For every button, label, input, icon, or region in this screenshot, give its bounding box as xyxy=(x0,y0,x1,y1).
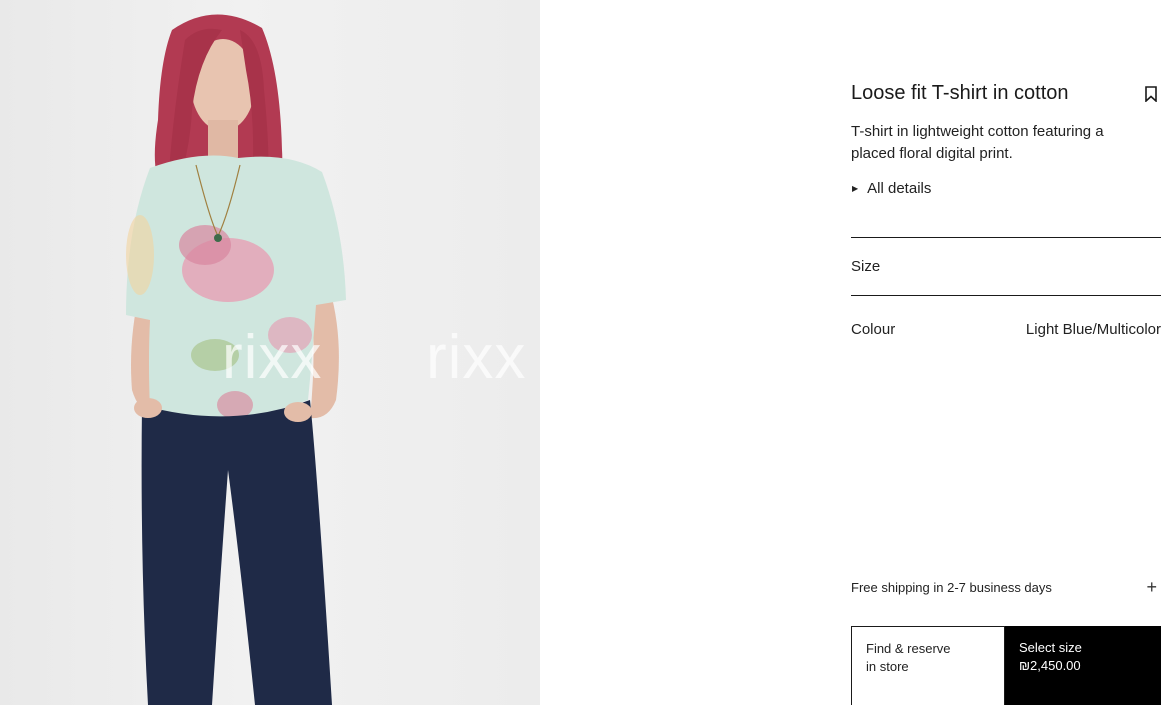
size-selector[interactable]: Size xyxy=(851,238,1161,294)
size-label: Size xyxy=(851,258,881,275)
product-image[interactable]: rixx rixx xyxy=(0,0,540,705)
watermark-text: rixx xyxy=(426,323,527,392)
divider xyxy=(851,295,1161,296)
product-description: T-shirt in lightweight cotton featuring … xyxy=(851,123,1104,162)
purchase-actions: Find & reserve in store Select size ₪2,4… xyxy=(851,626,1161,705)
caret-right-icon: ▶ xyxy=(852,184,859,193)
watermark-text: rixx xyxy=(222,323,323,392)
bookmark-icon[interactable] xyxy=(1145,86,1157,103)
find-reserve-label-2: in store xyxy=(866,659,909,674)
product-title: Loose fit T-shirt in cotton xyxy=(851,82,1069,104)
product-page: rixx rixx Loose fit T-shirt in cotton T-… xyxy=(0,0,1163,705)
select-size-label: Select size xyxy=(1019,640,1082,655)
find-reserve-button[interactable]: Find & reserve in store xyxy=(851,626,1005,705)
find-reserve-label: Find & reserve xyxy=(866,641,951,656)
plus-icon: + xyxy=(1146,577,1157,597)
all-details-label: All details xyxy=(867,180,932,197)
price: ₪2,450.00 xyxy=(1019,658,1081,673)
select-size-button[interactable]: Select size ₪2,450.00 xyxy=(1005,626,1161,705)
shipping-label: Free shipping in 2-7 business days xyxy=(851,579,1052,595)
colour-value: Light Blue/Multicolor xyxy=(1025,321,1161,338)
all-details-toggle[interactable]: ▶ All details xyxy=(851,180,931,197)
shipping-info-toggle[interactable]: Free shipping in 2-7 business days + xyxy=(851,578,1161,596)
colour-label: Colour xyxy=(851,321,896,338)
product-info-panel: Loose fit T-shirt in cotton T-shirt in l… xyxy=(851,0,1161,705)
